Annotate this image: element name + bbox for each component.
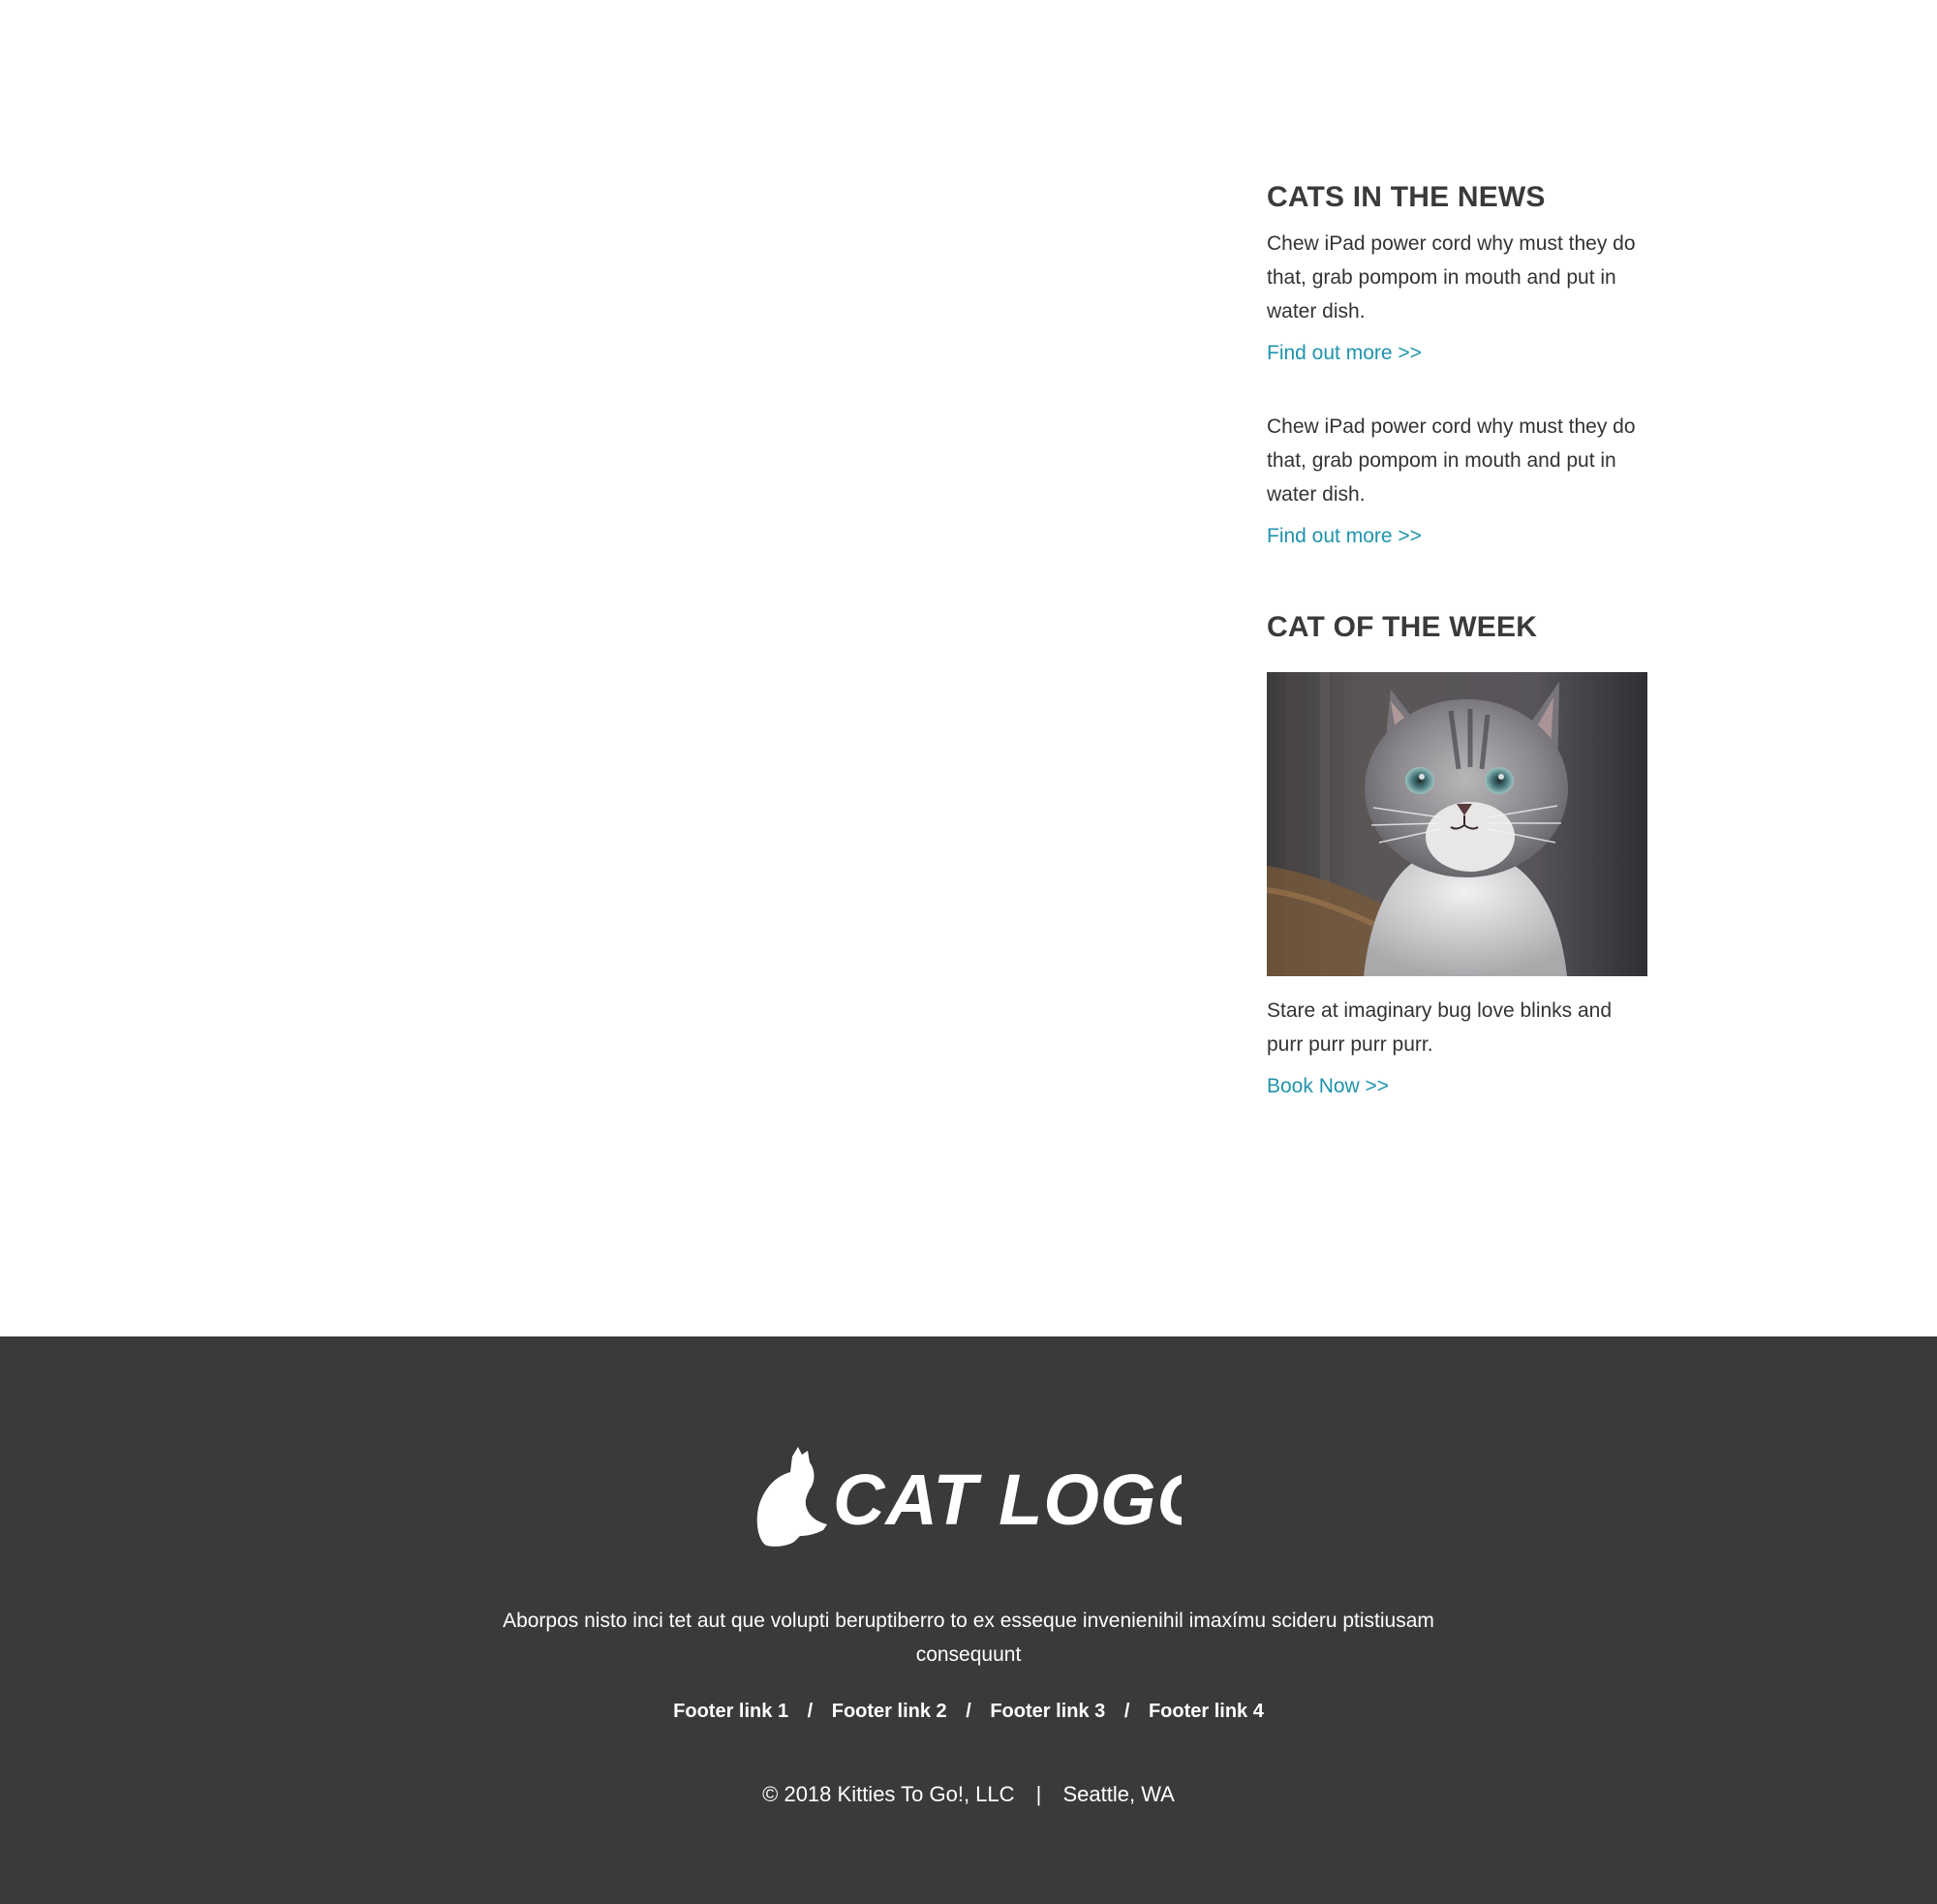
book-now-link[interactable]: Book Now >>	[1267, 1073, 1389, 1100]
footer-link-2[interactable]: Footer link 2	[832, 1701, 947, 1722]
footer-links: Footer link 1 / Footer link 2 / Footer l…	[484, 1701, 1453, 1723]
footer-link-4[interactable]: Footer link 4	[1149, 1701, 1264, 1722]
news-item: Chew iPad power cord why must they do th…	[1267, 410, 1647, 550]
find-out-more-link[interactable]: Find out more >>	[1267, 340, 1422, 367]
sidebar: CATS IN THE NEWS Chew iPad power cord wh…	[1267, 174, 1647, 1100]
news-item-text: Chew iPad power cord why must they do th…	[1267, 232, 1636, 322]
footer-link-1[interactable]: Footer link 1	[673, 1701, 788, 1722]
footer-link-separator: /	[966, 1701, 971, 1722]
find-out-more-link[interactable]: Find out more >>	[1267, 523, 1422, 550]
copyright-separator: |	[1035, 1782, 1042, 1806]
logo-text: CAT LOGO	[833, 1459, 1182, 1540]
cat-of-the-week-text: Stare at imaginary bug love blinks and p…	[1267, 999, 1613, 1056]
footer: CAT LOGO Aborpos nisto inci tet aut que …	[0, 1336, 1937, 1904]
cat-logo-graphic: CAT LOGO	[756, 1447, 1213, 1547]
kitten-photo-illustration	[1267, 672, 1647, 976]
page: CATS IN THE NEWS Chew iPad power cord wh…	[0, 0, 1937, 1904]
copyright-text: © 2018 Kitties To Go!, LLC	[762, 1782, 1015, 1806]
footer-copyright: © 2018 Kitties To Go!, LLC | Seattle, WA	[484, 1782, 1453, 1807]
news-section-title: CATS IN THE NEWS	[1267, 181, 1546, 213]
footer-link-separator: /	[807, 1701, 814, 1722]
footer-link-separator: /	[1123, 1701, 1130, 1722]
news-item-text: Chew iPad power cord why must they do th…	[1267, 415, 1636, 506]
location-text: Seattle, WA	[1062, 1782, 1175, 1806]
footer-description: Aborpos nisto inci tet aut que volupti b…	[503, 1610, 1434, 1666]
footer-link-3[interactable]: Footer link 3	[990, 1701, 1105, 1722]
cat-of-the-week-title: CAT OF THE WEEK	[1267, 611, 1538, 643]
main-content: CATS IN THE NEWS Chew iPad power cord wh…	[0, 0, 1937, 1336]
news-item: Chew iPad power cord why must they do th…	[1267, 227, 1647, 367]
cat-logo[interactable]: CAT LOGO	[755, 1441, 1213, 1548]
kitten-photo	[1267, 672, 1647, 976]
cat-silhouette-icon	[756, 1447, 827, 1547]
